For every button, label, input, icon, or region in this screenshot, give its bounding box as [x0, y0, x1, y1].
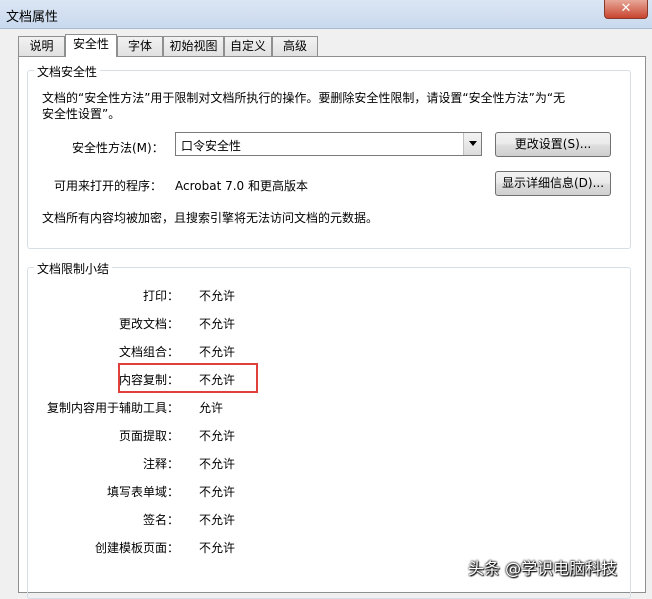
- compatibility-label: 可用来打开的程序：: [54, 179, 163, 193]
- security-description-line2: 安全性设置”。: [42, 107, 121, 121]
- restriction-label: 填写表单域：: [106, 485, 179, 499]
- window-title: 文档属性: [6, 10, 59, 25]
- restriction-row-print: 打印： 不允许: [19, 287, 619, 305]
- restriction-value: 不允许: [199, 485, 236, 499]
- restriction-value: 不允许: [199, 541, 236, 555]
- security-description-line1: 文档的“安全性方法”用于限制对文档所执行的操作。要删除安全性限制，请设置“安全性…: [42, 91, 566, 105]
- restriction-value: 不允许: [199, 457, 236, 471]
- restriction-label: 签名：: [142, 513, 179, 527]
- restriction-row-assembly: 文档组合： 不允许: [19, 343, 619, 361]
- restriction-label: 更改文档：: [118, 317, 179, 331]
- tab-advanced[interactable]: 高级: [272, 36, 318, 56]
- restriction-value: 不允许: [199, 289, 236, 303]
- tab-initial-view[interactable]: 初始视图: [163, 36, 224, 56]
- dropdown-arrow-icon[interactable]: [463, 133, 481, 155]
- restriction-label: 注释：: [142, 457, 179, 471]
- document-security-group: 文档安全性 文档的“安全性方法”用于限制对文档所执行的操作。要删除安全性限制，请…: [27, 63, 631, 249]
- document-security-title: 文档安全性: [34, 63, 101, 80]
- restriction-label: 创建模板页面：: [94, 541, 179, 555]
- security-method-value: 口令安全性: [181, 139, 242, 153]
- restriction-row-change: 更改文档： 不允许: [19, 315, 619, 333]
- security-method-label: 安全性方法(M)：: [72, 141, 164, 155]
- restriction-row-copy: 内容复制： 不允许: [19, 371, 619, 389]
- security-method-select[interactable]: 口令安全性: [175, 132, 482, 156]
- show-details-button[interactable]: 显示详细信息(D)...: [495, 171, 611, 196]
- encryption-note: 文档所有内容均被加密，且搜索引擎将无法访问文档的元数据。: [42, 211, 379, 225]
- restriction-value: 允许: [199, 401, 224, 415]
- restriction-value: 不允许: [199, 345, 236, 359]
- security-tab-panel: 文档安全性 文档的“安全性方法”用于限制对文档所执行的操作。要删除安全性限制，请…: [18, 56, 646, 599]
- restriction-row-accessibility: 复制内容用于辅助工具： 允许: [19, 399, 619, 417]
- watermark: 头条 @学识电脑科技: [468, 559, 618, 578]
- restriction-label: 复制内容用于辅助工具：: [46, 401, 179, 415]
- restrictions-title: 文档限制小结: [34, 260, 113, 277]
- highlight-box: [118, 363, 258, 393]
- restriction-row-comments: 注释： 不允许: [19, 455, 619, 473]
- tab-fonts[interactable]: 字体: [117, 36, 163, 56]
- restriction-label: 页面提取：: [118, 429, 179, 443]
- tab-security[interactable]: 安全性: [65, 34, 117, 57]
- close-button[interactable]: ✕: [604, 0, 648, 19]
- compatibility-value: Acrobat 7.0 和更高版本: [175, 179, 308, 193]
- tab-custom[interactable]: 自定义: [224, 36, 272, 56]
- title-bar: 文档属性 ✕: [0, 0, 652, 29]
- restriction-row-page-extraction: 页面提取： 不允许: [19, 427, 619, 445]
- close-icon: ✕: [620, 1, 632, 16]
- restriction-value: 不允许: [199, 317, 236, 331]
- restriction-row-signing: 签名： 不允许: [19, 511, 619, 529]
- tab-description[interactable]: 说明: [18, 36, 65, 56]
- restriction-label: 文档组合：: [118, 345, 179, 359]
- restriction-row-form-fields: 填写表单域： 不允许: [19, 483, 619, 501]
- restriction-label: 打印：: [142, 289, 179, 303]
- restriction-value: 不允许: [199, 429, 236, 443]
- restriction-value: 不允许: [199, 513, 236, 527]
- change-settings-button[interactable]: 更改设置(S)...: [495, 132, 611, 157]
